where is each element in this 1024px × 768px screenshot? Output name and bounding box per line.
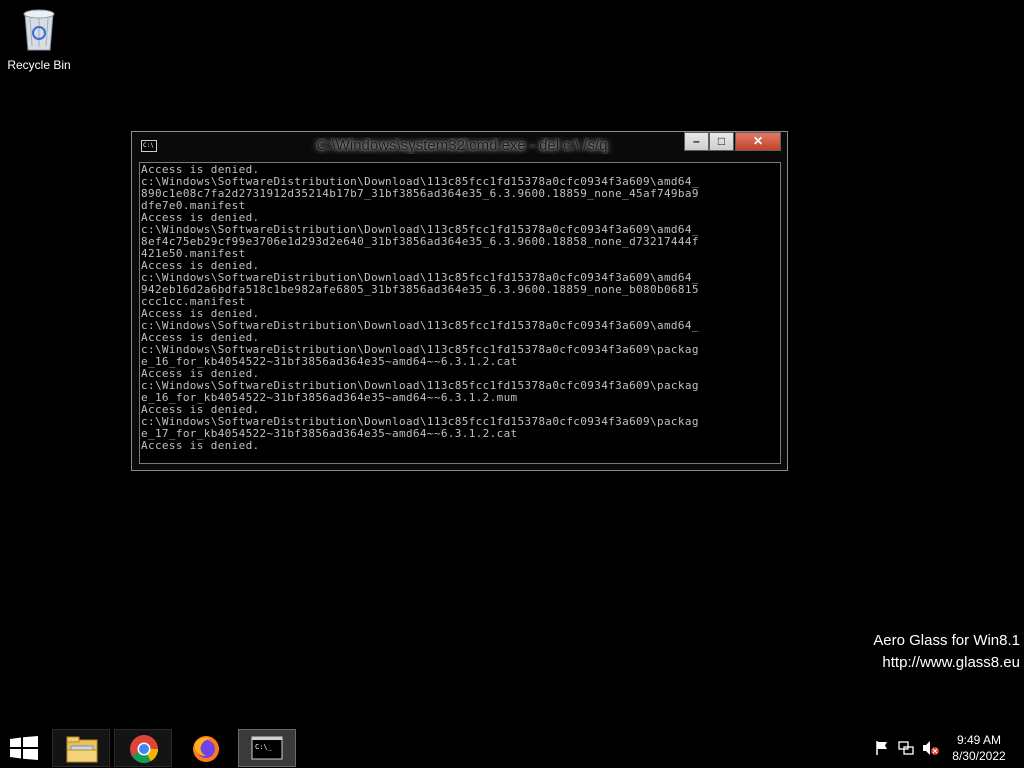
- watermark-url: http://www.glass8.eu: [882, 654, 1020, 671]
- taskbar-cmd-button[interactable]: C:\_: [238, 729, 296, 767]
- aero-glass-watermark: Aero Glass for Win8.1 http://www.glass8.…: [873, 630, 1020, 674]
- window-title: C:\Windows\system32\cmd.exe - del c:\ /s…: [316, 137, 608, 154]
- chrome-icon: [130, 735, 158, 763]
- watermark-title: Aero Glass for Win8.1: [873, 632, 1020, 649]
- taskbar-chrome-button[interactable]: [114, 729, 172, 767]
- clock-date: 8/30/2022: [952, 749, 1006, 763]
- console-output[interactable]: Access is denied. c:\Windows\SoftwareDist…: [139, 162, 781, 464]
- cmd-app-icon[interactable]: C:\: [141, 140, 157, 152]
- firefox-icon: [193, 736, 219, 762]
- network-icon[interactable]: [898, 740, 914, 756]
- svg-text:C:\_: C:\_: [255, 743, 273, 751]
- console-line: Access is denied.: [141, 439, 260, 452]
- window-titlebar[interactable]: C:\ C:\Windows\system32\cmd.exe - del c:…: [132, 132, 787, 158]
- clock-time: 9:49 AM: [956, 733, 1002, 747]
- system-clock[interactable]: 9:49 AM 8/30/2022: [940, 732, 1018, 764]
- cmd-icon: C:\_: [251, 736, 283, 760]
- start-button-windows-icon[interactable]: [10, 736, 38, 760]
- recycle-bin-icon: [23, 9, 55, 51]
- minimize-button[interactable]: –: [684, 132, 709, 151]
- taskbar: C:\_ 9:49 AM 8/30/2022: [0, 728, 1024, 768]
- action-center-flag-icon[interactable]: [874, 740, 890, 756]
- maximize-button[interactable]: □: [709, 132, 734, 151]
- volume-muted-icon[interactable]: [922, 740, 940, 756]
- taskbar-file-explorer-button[interactable]: [52, 729, 110, 767]
- recycle-bin-desktop-icon[interactable]: Recycle Bin: [6, 6, 72, 76]
- cmd-window[interactable]: C:\ C:\Windows\system32\cmd.exe - del c:…: [131, 131, 788, 471]
- recycle-bin-label: Recycle Bin: [7, 58, 71, 72]
- file-explorer-icon: [66, 736, 98, 763]
- taskbar-firefox-button[interactable]: [176, 729, 234, 767]
- close-button[interactable]: ✕: [735, 132, 781, 151]
